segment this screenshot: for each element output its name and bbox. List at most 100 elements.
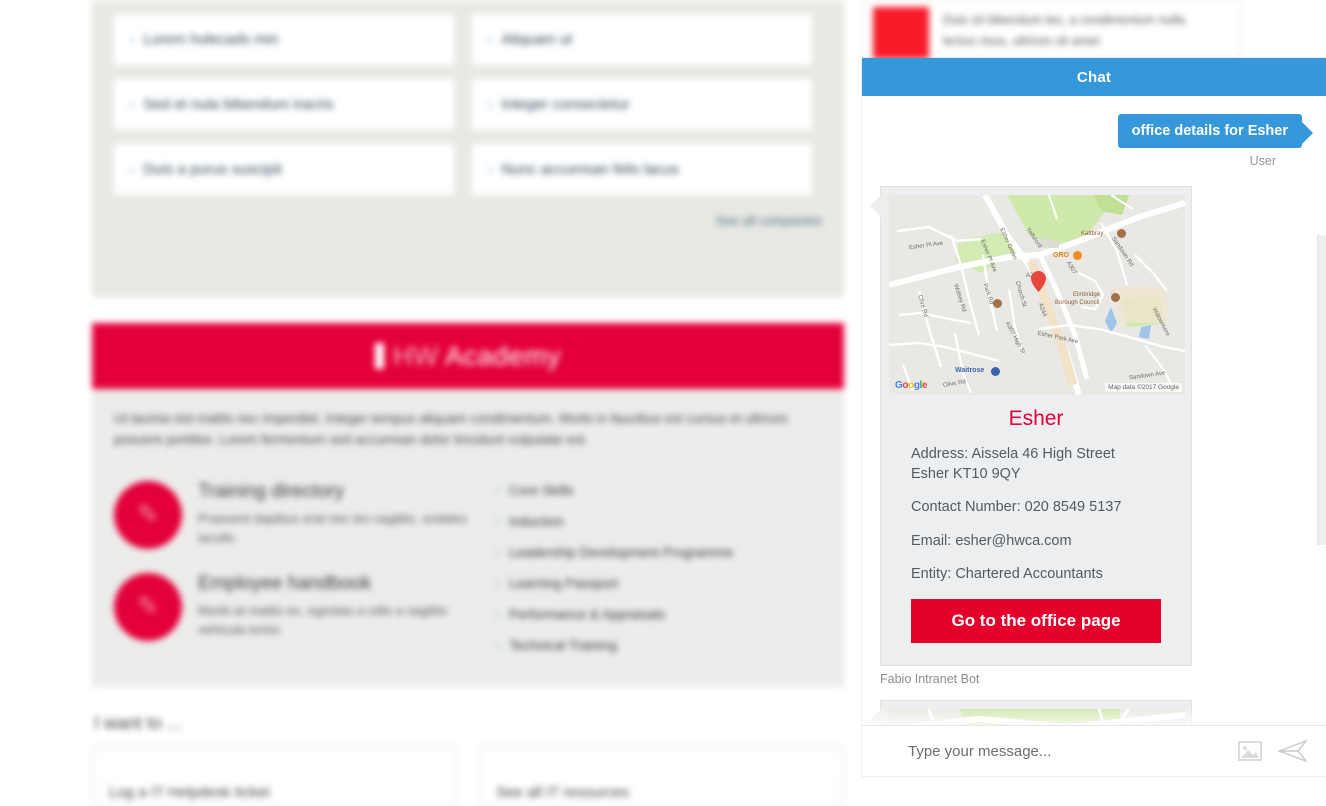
chat-widget: Chat office details for Esher User xyxy=(862,58,1326,776)
chevron-right-icon: › xyxy=(488,32,492,47)
quick-link-card[interactable]: › Duis a purus suscipit xyxy=(114,144,454,195)
academy-link[interactable]: › Learning Passport xyxy=(496,568,822,599)
quick-link-label: Sed et nula bibendum iracris xyxy=(143,96,333,113)
academy-link-label: Learning Passport xyxy=(509,576,619,591)
book-icon: ✎ xyxy=(114,481,182,549)
academy-features: ✎ Training directory Praesent dapibus er… xyxy=(114,469,474,661)
map-poi-label: Elmbridge xyxy=(1073,292,1100,298)
poi-marker-icon xyxy=(1111,293,1120,302)
chat-title: Chat xyxy=(1077,69,1111,86)
quick-link-card[interactable]: › Nunc accumsan felis lacus xyxy=(472,144,812,195)
google-logo: Google xyxy=(895,380,927,391)
academy-link-label: Induction xyxy=(509,514,564,529)
office-card-details: Esher Address: Aissela 46 High Street Es… xyxy=(889,395,1183,657)
user-message-author: User xyxy=(880,154,1276,168)
map-poi-label-gro: GRO xyxy=(1053,252,1069,259)
academy-link[interactable]: › Technical Training xyxy=(496,630,822,661)
map-pin-icon xyxy=(1031,271,1046,292)
chevron-right-icon: › xyxy=(496,514,500,528)
academy-banner-title: Academy xyxy=(445,341,561,372)
office-result-card: Esher Pl Ave Esher Green Esher Pl Ave Ye… xyxy=(880,186,1192,666)
chat-header[interactable]: Chat xyxy=(862,58,1326,96)
background-content-column: › Lorem holecads min › Aliquam ut › Sed … xyxy=(92,0,844,806)
academy-section: HW Academy Ut lacinia nisl mattis nec im… xyxy=(92,323,844,687)
map-graphics xyxy=(889,195,1185,395)
quick-link-label: Aliquam ut xyxy=(501,31,572,48)
quick-link-label: Nunc accumsan felis lacus xyxy=(501,161,679,178)
academy-feature-title: Employee handbook xyxy=(198,573,474,595)
quick-link-card[interactable]: › Aliquam ut xyxy=(472,14,812,65)
news-card-text: Duis sit bibendum leo, a condimentum nul… xyxy=(943,7,1185,51)
user-message-bubble: office details for Esher xyxy=(1118,114,1302,148)
quick-links-panel: › Lorem holecads min › Aliquam ut › Sed … xyxy=(92,0,844,297)
chevron-right-icon: › xyxy=(496,545,500,559)
academy-banner: HW Academy xyxy=(92,323,844,389)
quick-link-label: Duis a purus suscipit xyxy=(143,161,281,178)
chevron-right-icon: › xyxy=(496,607,500,621)
news-line-1: Duis sit bibendum leo, a condimentum nul… xyxy=(943,10,1185,31)
map-poi-label: Kattbray xyxy=(1081,231,1103,237)
poi-marker-icon xyxy=(991,367,1000,376)
poi-marker-icon xyxy=(1117,229,1126,238)
quick-link-card[interactable]: › Lorem holecads min xyxy=(114,14,454,65)
chevron-right-icon: › xyxy=(488,97,492,112)
bot-message-author: Fabio Intranet Bot xyxy=(880,672,1302,686)
chevron-right-icon: › xyxy=(130,162,134,177)
see-all-link[interactable]: See all companies xyxy=(114,213,822,228)
chat-message-user: office details for Esher xyxy=(880,114,1302,148)
academy-feature-title: Training directory xyxy=(198,481,474,503)
quick-link-label: Lorem holecads min xyxy=(143,31,278,48)
office-email: Email: esher@hwca.com xyxy=(911,532,1161,552)
chat-scrollbar[interactable] xyxy=(1317,235,1326,545)
office-name: Esher xyxy=(911,407,1161,431)
academy-link-label: Core Skills xyxy=(509,483,574,498)
chat-message-list[interactable]: office details for Esher User xyxy=(862,96,1326,741)
quick-link-card[interactable]: › Sed et nula bibendum iracris xyxy=(114,79,454,130)
quick-link-card[interactable]: › Integer consectetur xyxy=(472,79,812,130)
office-address: Address: Aissela 46 High Street Esher KT… xyxy=(911,445,1161,484)
chat-message-input[interactable] xyxy=(908,743,1222,760)
academy-link-label: Leadership Development Programme xyxy=(509,545,733,560)
office-location-map[interactable]: Esher Pl Ave Esher Green Esher Pl Ave Ye… xyxy=(889,195,1185,395)
academy-link[interactable]: › Induction xyxy=(496,506,822,537)
pen-icon: ✎ xyxy=(114,573,182,641)
office-contact-number: Contact Number: 020 8549 5137 xyxy=(911,498,1161,518)
office-address-line-1: Address: Aissela 46 High Street xyxy=(911,446,1115,462)
quick-links-grid: › Lorem holecads min › Aliquam ut › Sed … xyxy=(114,14,822,195)
academy-columns: ✎ Training directory Praesent dapibus er… xyxy=(114,469,822,661)
academy-feature-desc: Morbi at mattis ex, egestas a odio a sag… xyxy=(198,601,474,640)
chevron-right-icon: › xyxy=(130,32,134,47)
academy-feature[interactable]: ✎ Employee handbook Morbi at mattis ex, … xyxy=(114,561,474,653)
academy-link-list: › Core Skills › Induction › Leadership D… xyxy=(496,469,822,661)
go-to-office-page-button[interactable]: Go to the office page xyxy=(911,599,1161,643)
chat-message-bot: Esher Pl Ave Esher Green Esher Pl Ave Ye… xyxy=(880,186,1302,686)
academy-link[interactable]: › Performance & Appraisals xyxy=(496,599,822,630)
image-attach-icon[interactable] xyxy=(1238,741,1262,761)
background-news-card[interactable]: Duis sit bibendum leo, a condimentum nul… xyxy=(862,0,1242,58)
academy-feature[interactable]: ✎ Training directory Praesent dapibus er… xyxy=(114,469,474,561)
academy-feature-desc: Praesent dapibus erat nec leo sagittis, … xyxy=(198,509,474,548)
poi-marker-icon xyxy=(993,299,1002,308)
academy-link-label: Technical Training xyxy=(509,638,617,653)
chat-input-bar xyxy=(862,725,1326,776)
chevron-right-icon: › xyxy=(496,576,500,590)
academy-intro-text: Ut lacinia nisl mattis nec imperdiet. In… xyxy=(114,409,822,451)
map-attribution: Map data ©2017 Google xyxy=(1105,383,1182,392)
map-poi-label: Borough Council xyxy=(1055,300,1099,306)
academy-link[interactable]: › Core Skills xyxy=(496,475,822,506)
academy-link-label: Performance & Appraisals xyxy=(509,607,665,622)
chevron-right-icon: › xyxy=(488,162,492,177)
brand-logo-icon xyxy=(375,343,384,369)
office-entity: Entity: Chartered Accountants xyxy=(911,565,1161,585)
i-want-to-heading: I want to ... xyxy=(94,713,844,734)
send-paper-plane-icon[interactable] xyxy=(1278,740,1308,762)
academy-link[interactable]: › Leadership Development Programme xyxy=(496,537,822,568)
academy-body: Ut lacinia nisl mattis nec imperdiet. In… xyxy=(92,389,844,687)
quick-link-label: Integer consectetur xyxy=(501,96,629,113)
map-poi-label-waitrose: Waitrose xyxy=(955,367,984,374)
academy-brand-mark: HW xyxy=(393,341,439,372)
chevron-right-icon: › xyxy=(496,638,500,652)
news-line-2: lectus risus, ultrices sit amet xyxy=(943,31,1185,52)
chevron-right-icon: › xyxy=(130,97,134,112)
office-address-line-2: Esher KT10 9QY xyxy=(911,466,1021,482)
